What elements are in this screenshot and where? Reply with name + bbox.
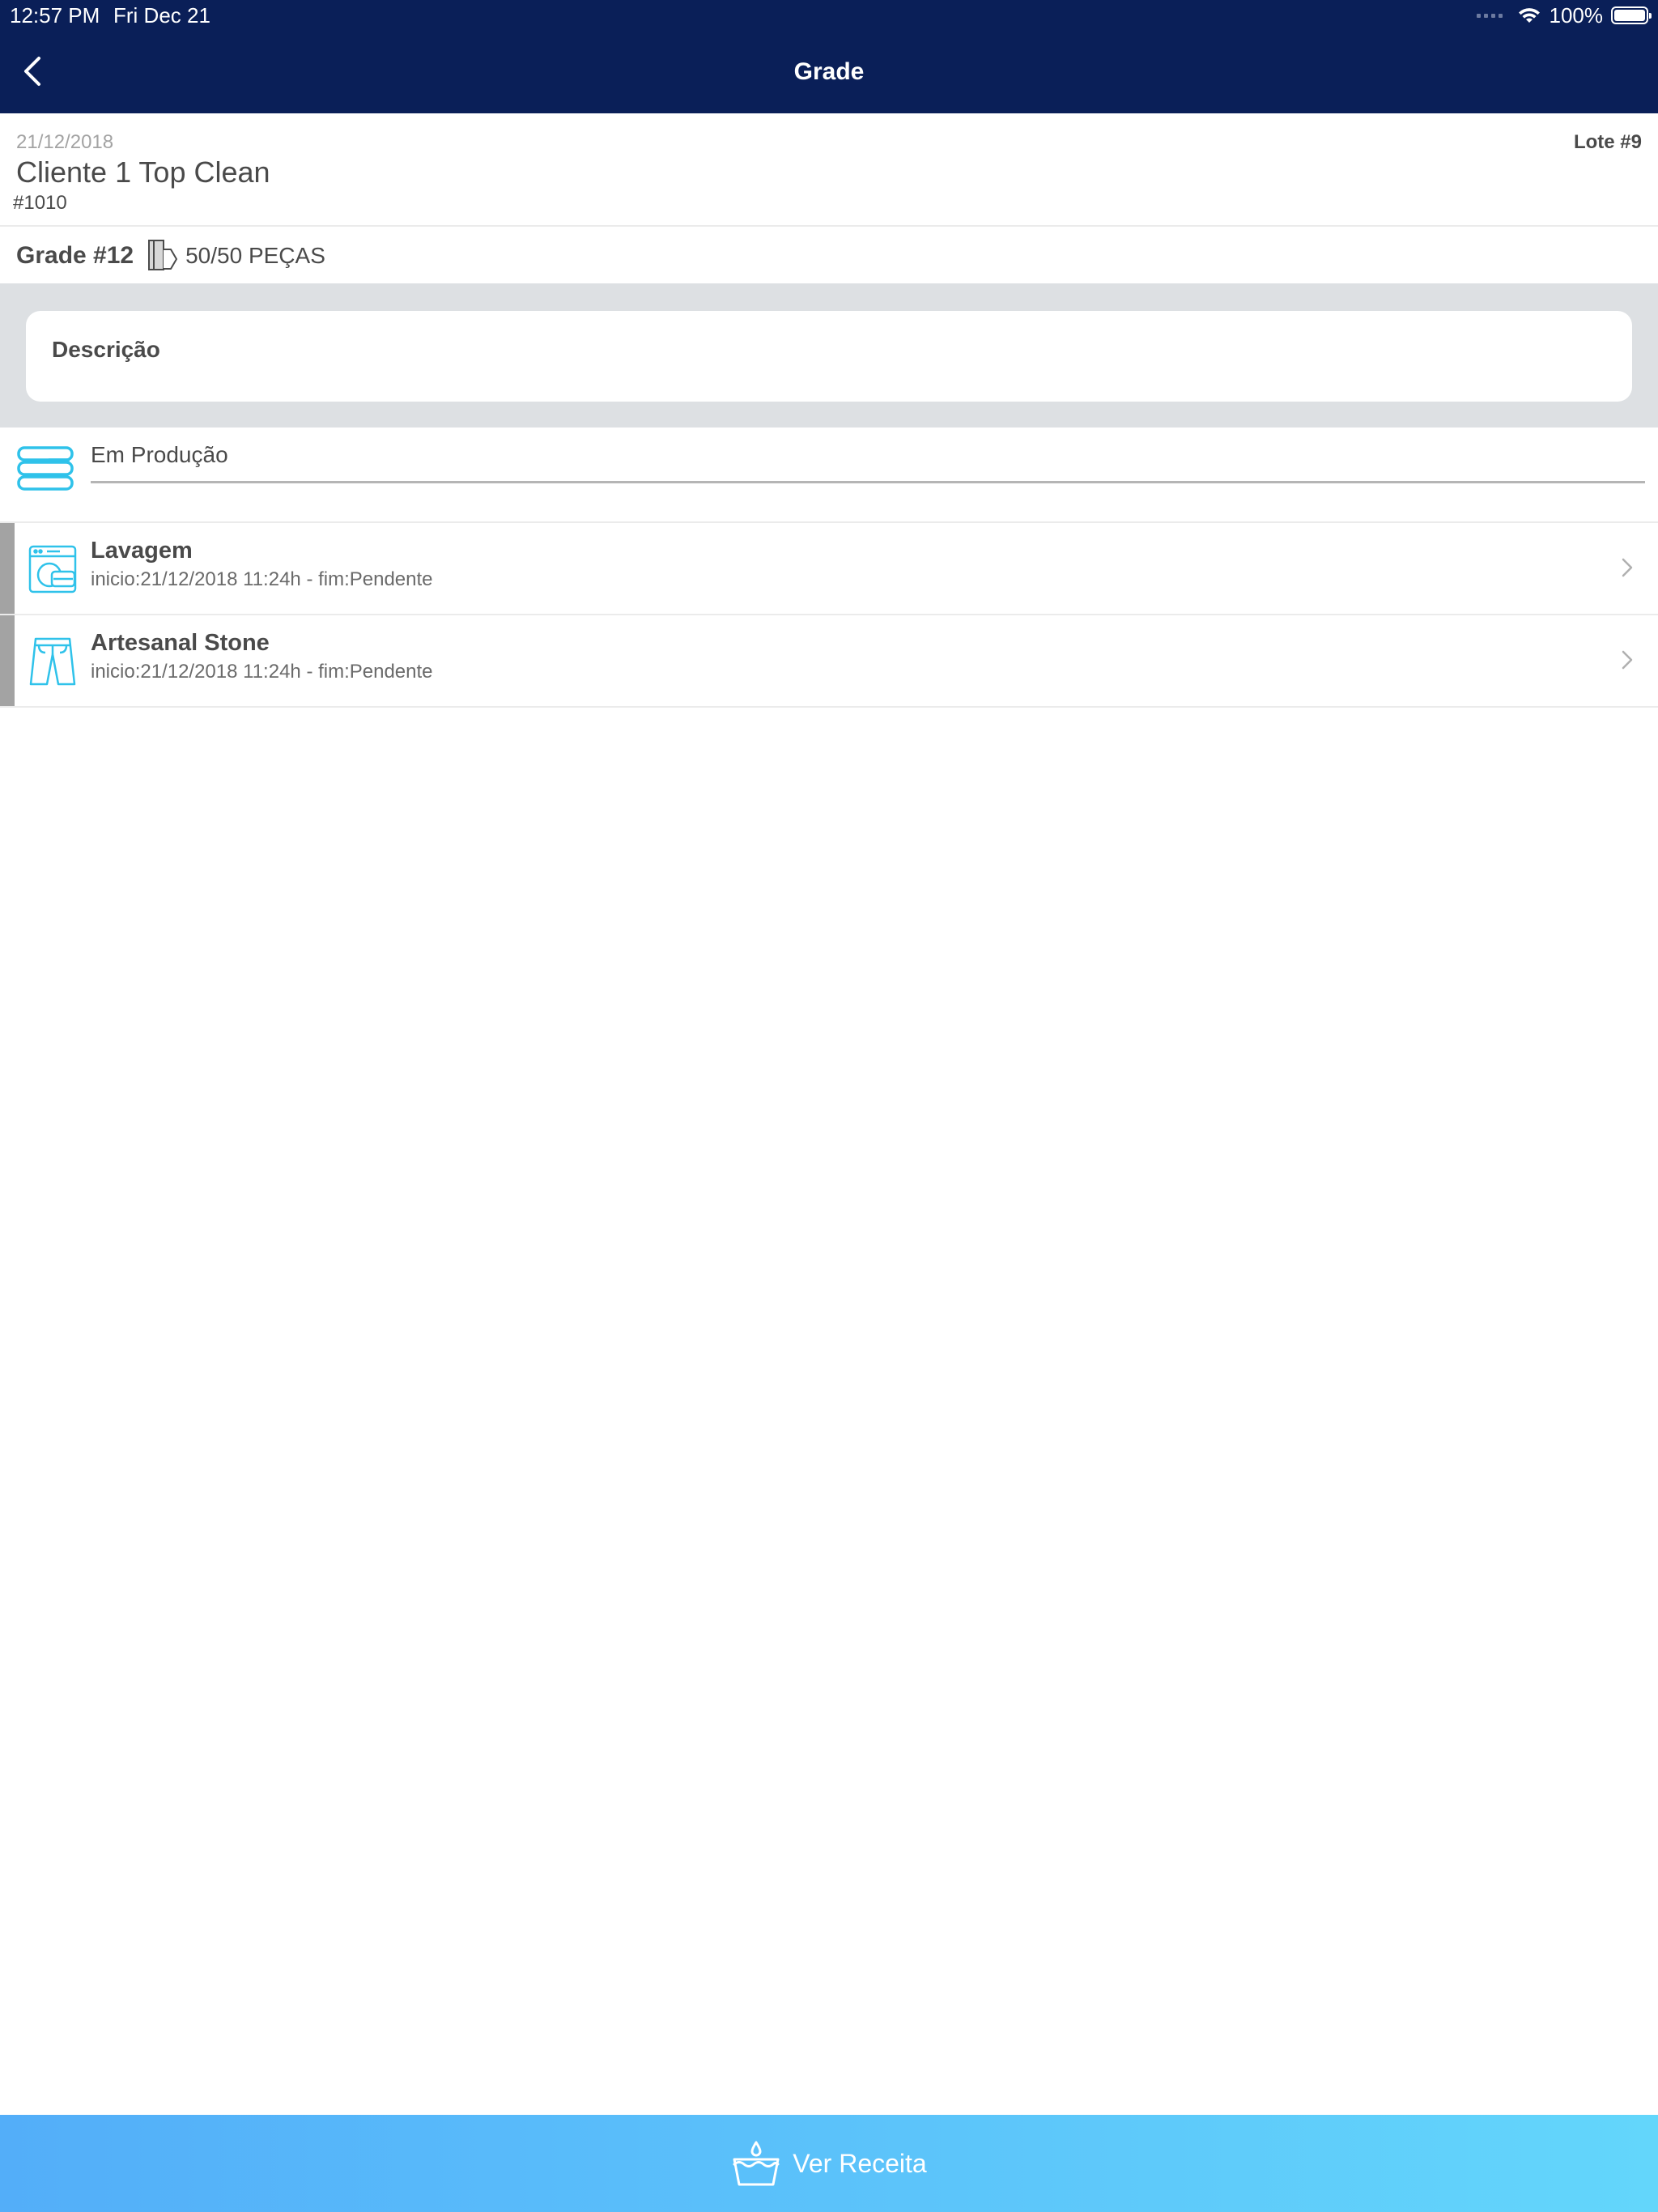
status-date: Fri Dec 21: [113, 3, 210, 28]
jeans-icon: [29, 637, 76, 686]
production-status-label: Em Produção: [91, 442, 228, 467]
order-date: 21/12/2018: [16, 131, 114, 153]
stacked-towels-icon: [17, 446, 74, 491]
order-code: #1010: [13, 192, 67, 214]
process-dates: inicio:21/12/2018 11:24h - fim:Pendente: [91, 568, 433, 590]
status-stripe: [0, 523, 15, 614]
battery-icon: [1611, 6, 1652, 24]
lote-label: Lote #9: [1573, 131, 1642, 153]
description-label: Descrição: [52, 337, 160, 362]
clothing-tag-icon: [148, 240, 178, 270]
status-divider: [91, 481, 1645, 483]
pieces-count: 50/50 PEÇAS: [185, 243, 325, 268]
chevron-right-icon: [1622, 558, 1633, 577]
client-name: Cliente 1 Top Clean: [16, 155, 270, 189]
grade-label: Grade #12: [16, 242, 134, 269]
list-item-process-lavagem[interactable]: Lavagem inicio:21/12/2018 11:24h - fim:P…: [0, 523, 1658, 615]
cellular-signal-icon: [1476, 13, 1503, 18]
ver-receita-button[interactable]: Ver Receita: [0, 2115, 1658, 2212]
status-time: 12:57 PM: [10, 3, 100, 28]
wifi-icon: [1518, 8, 1540, 23]
description-section: Descrição: [0, 283, 1658, 428]
process-title: Artesanal Stone: [91, 630, 270, 656]
status-bar: 12:57 PM Fri Dec 21 100%: [0, 0, 1658, 31]
screen: 12:57 PM Fri Dec 21 100% Grade 21/12/201…: [0, 0, 1658, 2212]
production-status-row: Em Produção: [0, 428, 1658, 523]
list-item-process-artesanal-stone[interactable]: Artesanal Stone inicio:21/12/2018 11:24h…: [0, 615, 1658, 708]
description-card[interactable]: Descrição: [26, 311, 1632, 402]
status-stripe: [0, 615, 15, 706]
order-header: 21/12/2018 Cliente 1 Top Clean #1010 Lot…: [0, 113, 1658, 227]
ver-receita-label: Ver Receita: [793, 2148, 927, 2178]
battery-percent: 100%: [1549, 3, 1604, 28]
navigation-bar: Grade: [0, 31, 1658, 113]
page-title: Grade: [793, 58, 865, 85]
chevron-right-icon: [1622, 650, 1633, 670]
status-right: 100%: [1476, 0, 1652, 31]
washing-machine-icon: [28, 545, 77, 593]
grade-row: Grade #12 50/50 PEÇAS: [0, 228, 1658, 283]
basin-drop-icon: [733, 2141, 780, 2186]
process-dates: inicio:21/12/2018 11:24h - fim:Pendente: [91, 661, 433, 683]
process-title: Lavagem: [91, 538, 193, 564]
